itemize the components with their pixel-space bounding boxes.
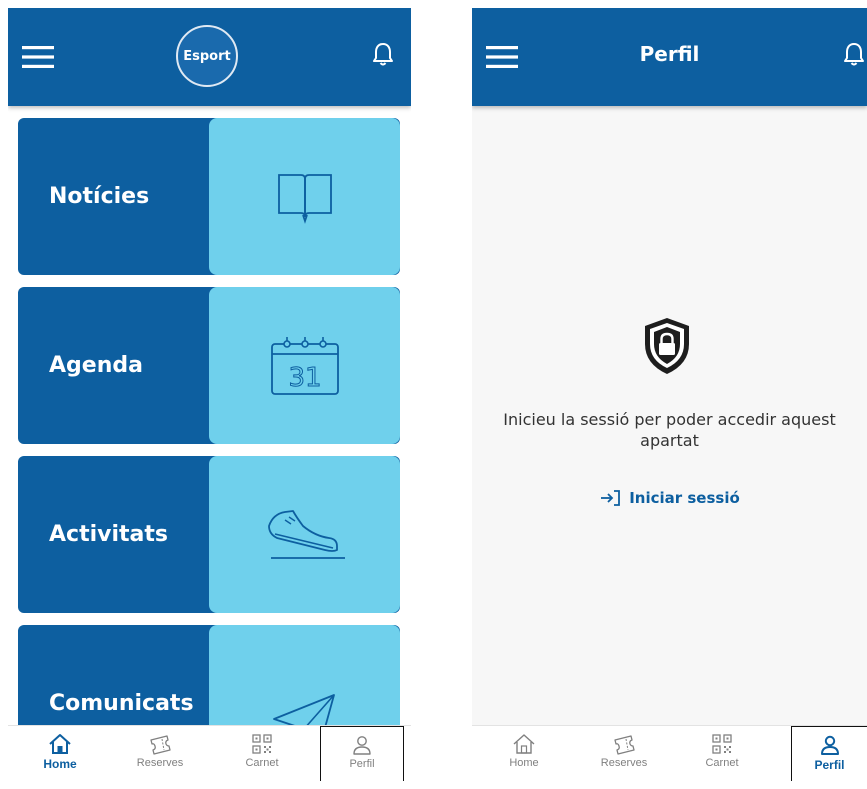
bell-icon[interactable] — [372, 41, 394, 67]
nav-home[interactable]: Home — [480, 726, 568, 781]
nav-home[interactable]: Home — [16, 726, 104, 781]
qr-icon — [712, 734, 732, 754]
nav-label: Home — [509, 757, 539, 769]
tile-agenda[interactable]: Agenda 31 — [18, 287, 400, 444]
user-icon — [820, 735, 839, 755]
nav-label: Perfil — [814, 758, 845, 772]
user-icon — [353, 736, 371, 755]
logo-text: Esport — [183, 48, 231, 64]
login-arrow-icon — [601, 490, 621, 506]
nav-label: Carnet — [705, 757, 739, 769]
tile-activitats[interactable]: Activitats — [18, 456, 400, 613]
tile-icon-box — [209, 118, 400, 275]
nav-label: Perfil — [349, 758, 375, 770]
profile-screen: Perfil Inicieu la sessió per poder acced… — [472, 8, 867, 781]
nav-carnet[interactable]: Carnet — [218, 726, 306, 781]
home-icon — [513, 734, 535, 754]
tile-label: Notícies — [49, 184, 150, 209]
calendar-day: 31 — [288, 363, 321, 393]
tile-icon-box: 31 — [209, 287, 400, 444]
login-label: Iniciar sessió — [629, 489, 740, 507]
calendar-icon: 31 — [270, 336, 339, 395]
bottom-nav: Home Reserves Carnet Perfil — [472, 725, 867, 781]
home-screen: Esport Notícies Agenda 31 Activitats Com… — [8, 8, 411, 781]
lock-shield-icon — [645, 318, 689, 374]
nav-label: Reserves — [600, 757, 648, 769]
ticket-icon — [150, 735, 171, 755]
tile-noticies[interactable]: Notícies — [18, 118, 400, 275]
nav-label: Home — [43, 757, 77, 771]
nav-label: Carnet — [245, 757, 279, 769]
nav-reserves[interactable]: Reserves — [580, 726, 668, 781]
menu-icon[interactable] — [22, 46, 54, 68]
qr-icon — [252, 734, 272, 754]
profile-content: Inicieu la sessió per poder accedir aque… — [472, 106, 867, 726]
home-icon — [49, 734, 71, 754]
home-app-bar: Esport — [8, 8, 411, 106]
profile-app-bar: Perfil — [472, 8, 867, 106]
login-required-message: Inicieu la sessió per poder accedir aque… — [503, 410, 836, 450]
page-title: Perfil — [639, 42, 700, 66]
login-button[interactable]: Iniciar sessió — [472, 489, 867, 507]
nav-label: Reserves — [136, 757, 184, 769]
esport-logo: Esport — [176, 25, 238, 87]
nav-carnet[interactable]: Carnet — [678, 726, 766, 781]
nav-perfil[interactable]: Perfil — [791, 726, 867, 781]
tile-icon-box — [209, 456, 400, 613]
tile-label: Agenda — [49, 353, 143, 378]
bell-icon[interactable] — [843, 41, 865, 67]
nav-reserves[interactable]: Reserves — [116, 726, 204, 781]
bottom-nav: Home Reserves Carnet Perfil — [8, 725, 411, 781]
tile-label: Activitats — [49, 522, 168, 547]
nav-perfil[interactable]: Perfil — [320, 726, 404, 781]
ticket-icon — [614, 735, 635, 755]
sneaker-icon — [267, 509, 345, 559]
book-icon — [277, 173, 332, 224]
